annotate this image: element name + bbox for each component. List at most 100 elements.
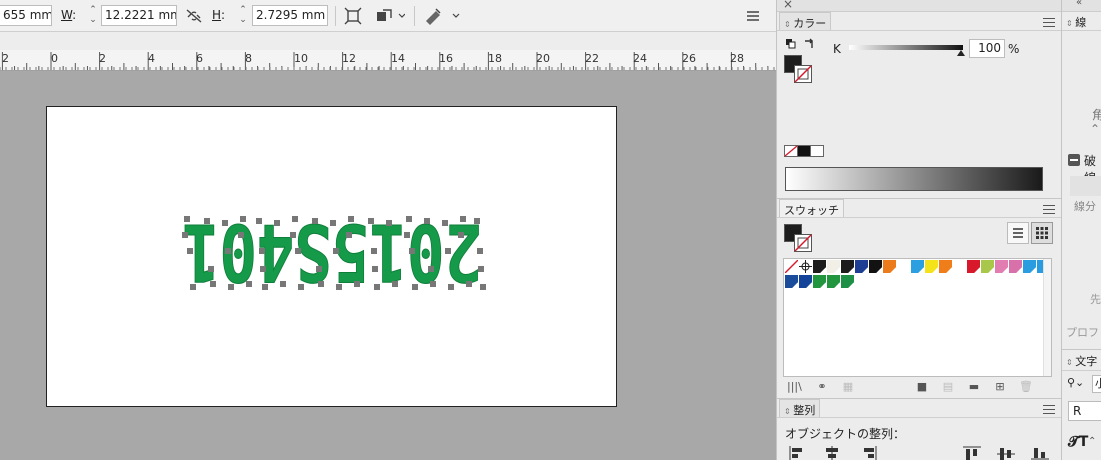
swatch[interactable]: [897, 260, 910, 273]
swatch[interactable]: [911, 260, 924, 273]
dock-titlebar: «: [1062, 0, 1101, 12]
tab-character[interactable]: ⇕ 文字: [1066, 353, 1097, 369]
constrain-proportions-icon[interactable]: [185, 7, 203, 25]
swatch[interactable]: [813, 275, 826, 288]
list-view-button[interactable]: [1007, 222, 1029, 244]
collapse-icon[interactable]: «: [1076, 0, 1082, 8]
anchor-point: [208, 266, 214, 272]
tab-stroke[interactable]: ⇕ 線: [1066, 14, 1086, 30]
swatch[interactable]: [785, 275, 798, 288]
font-size-stepper[interactable]: ⌃: [1088, 436, 1096, 447]
swatch-stroke-indicator[interactable]: [794, 234, 812, 252]
font-search-icon[interactable]: ⚲⌄: [1067, 376, 1084, 389]
quick-color-swatches[interactable]: [784, 145, 824, 160]
x-position-field[interactable]: 655 mm: [0, 5, 52, 26]
toolbar-divider: [414, 6, 415, 26]
swatch[interactable]: [841, 275, 854, 288]
ruler-tick-label: 4: [148, 52, 155, 65]
swatch[interactable]: [799, 275, 812, 288]
width-label: W:: [61, 8, 77, 22]
align-top-icon[interactable]: [963, 446, 981, 460]
width-stepper[interactable]: ⌃ ⌄: [86, 5, 100, 26]
new-folder-icon[interactable]: ▬: [967, 381, 981, 393]
swatch[interactable]: [925, 260, 938, 273]
swatches-panel-menu-icon[interactable]: [1043, 205, 1055, 214]
tab-align[interactable]: ⇕ 整列: [779, 399, 821, 417]
align-panel-menu-icon[interactable]: [1043, 405, 1055, 414]
panel-menu-icon[interactable]: [744, 7, 762, 25]
horizontal-ruler[interactable]: 2 0 2 4 6 8 10 12 14 16 18 20 22 24 26 2…: [0, 50, 776, 71]
anchor-point: [318, 281, 324, 287]
align-vertical-center-icon[interactable]: [997, 446, 1015, 460]
object-style-icon[interactable]: [424, 7, 460, 25]
k-value-field[interactable]: 100: [969, 39, 1005, 58]
swatches-grid[interactable]: [783, 258, 1052, 377]
swatch[interactable]: [827, 275, 840, 288]
color-panel-menu-icon[interactable]: [1043, 18, 1055, 27]
height-field[interactable]: 2.7295 mm: [252, 5, 328, 26]
swatch[interactable]: [981, 260, 994, 273]
default-colors-icon[interactable]: [785, 38, 797, 53]
anchor-point: [428, 266, 434, 272]
transform-menu-icon[interactable]: [375, 7, 406, 25]
swatch[interactable]: [883, 260, 896, 273]
swatch[interactable]: [953, 260, 966, 273]
align-horizontal-center-icon[interactable]: [823, 446, 841, 460]
font-size-icon: 𝓣T: [1068, 434, 1089, 450]
selected-text-outlines[interactable]: 2015S401: [177, 211, 487, 297]
swap-colors-icon[interactable]: [803, 37, 816, 53]
align-bottom-icon[interactable]: [1031, 446, 1049, 460]
anchor-point: [458, 232, 464, 238]
swatch[interactable]: [995, 260, 1008, 273]
anchor-point: [187, 248, 193, 254]
swatch-options-icon[interactable]: ■: [915, 381, 929, 393]
show-kinds-icon[interactable]: ⚭: [815, 381, 829, 393]
swatch-registration[interactable]: [799, 260, 812, 273]
color-ramp[interactable]: [785, 167, 1043, 191]
fit-frame-icon[interactable]: [344, 7, 362, 25]
k-slider-track[interactable]: [849, 45, 963, 50]
anchor-point: [445, 248, 451, 254]
anchor-point: [346, 232, 352, 238]
stroke-stepper[interactable]: ⌃: [1090, 122, 1100, 136]
font-family-field[interactable]: 小: [1092, 375, 1101, 393]
align-left-icon[interactable]: [789, 446, 807, 460]
dash-toggle-icon[interactable]: [1068, 154, 1080, 166]
anchor-point: [460, 216, 466, 222]
swatch[interactable]: [869, 260, 882, 273]
tab-color[interactable]: ⇕ カラー: [779, 12, 832, 30]
close-icon[interactable]: ×: [783, 0, 793, 11]
swatch[interactable]: [1009, 260, 1022, 273]
anchor-point: [316, 266, 322, 272]
stroke-swatch[interactable]: [794, 65, 812, 83]
tab-swatches[interactable]: スウォッチ: [779, 199, 844, 217]
width-field[interactable]: 12.2221 mm: [101, 5, 177, 26]
k-slider-thumb[interactable]: [957, 50, 965, 56]
anchor-point: [184, 216, 190, 222]
swatch[interactable]: [855, 260, 868, 273]
profile-label: プロフ: [1066, 326, 1099, 339]
swatch[interactable]: [813, 260, 826, 273]
font-style-field[interactable]: R: [1068, 401, 1101, 421]
swatches-scrollbar[interactable]: [1043, 259, 1051, 376]
ruler-tick-label: 24: [633, 52, 647, 65]
k-channel-label: K: [833, 42, 841, 56]
swatch[interactable]: [1023, 260, 1036, 273]
swatch[interactable]: [841, 260, 854, 273]
align-right-icon[interactable]: [859, 446, 877, 460]
anchor-point: [222, 220, 228, 226]
anchor-point: [246, 281, 252, 287]
height-stepper[interactable]: ⌃ ⌄: [236, 5, 250, 26]
swatch-none[interactable]: [784, 259, 799, 274]
anchor-point: [409, 248, 415, 254]
document-page[interactable]: 2015S401: [46, 106, 617, 407]
swatch-library-icon[interactable]: |||\: [787, 381, 802, 393]
swatch[interactable]: [827, 260, 840, 273]
anchor-point: [240, 216, 246, 222]
swatch[interactable]: [967, 260, 980, 273]
swatch[interactable]: [939, 260, 952, 273]
new-swatch-icon[interactable]: ⊞: [993, 381, 1007, 393]
grid-view-button[interactable]: [1031, 222, 1053, 244]
pasteboard[interactable]: 2015S401: [0, 71, 776, 460]
dash-field[interactable]: [1070, 176, 1101, 196]
